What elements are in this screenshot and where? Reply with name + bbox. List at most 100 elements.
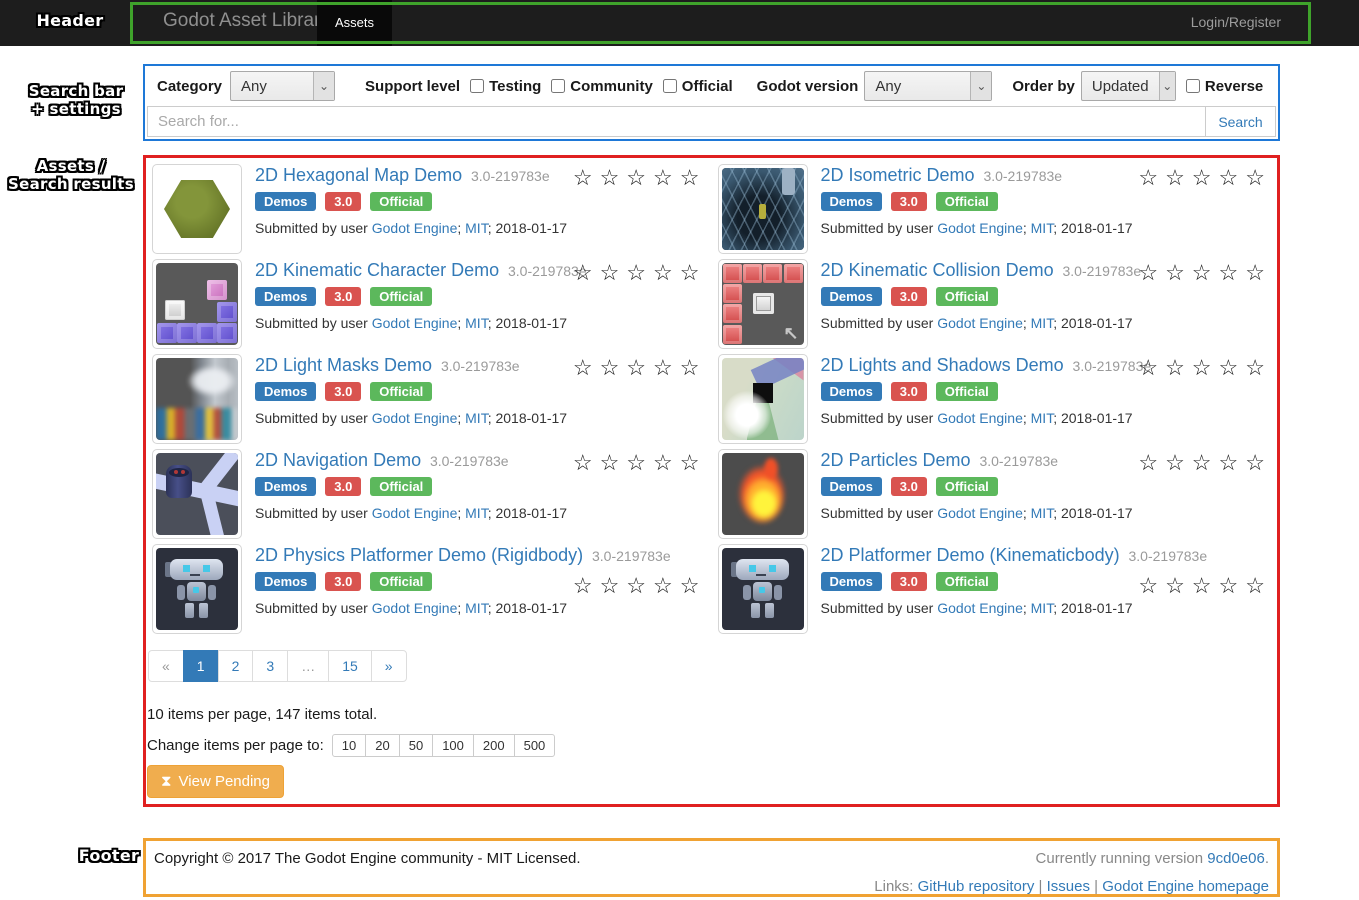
page-size-20[interactable]: 20 — [365, 734, 399, 757]
pagination-page-1[interactable]: 1 — [183, 650, 219, 682]
login-register-link[interactable]: Login/Register — [1191, 14, 1281, 30]
category-badge[interactable]: Demos — [255, 192, 316, 211]
search-button[interactable]: Search — [1205, 107, 1275, 136]
author-link[interactable]: Godot Engine — [937, 505, 1023, 521]
testing-checkbox[interactable] — [470, 79, 484, 93]
category-badge[interactable]: Demos — [821, 192, 882, 211]
pagination-page-2[interactable]: 2 — [218, 650, 254, 682]
license-link[interactable]: MIT — [465, 505, 488, 521]
author-link[interactable]: Godot Engine — [372, 600, 458, 616]
asset-thumbnail[interactable] — [152, 259, 242, 349]
category-badge[interactable]: Demos — [821, 477, 882, 496]
license-link[interactable]: MIT — [1031, 220, 1054, 236]
pagination-ellipsis: … — [287, 650, 329, 682]
author-link[interactable]: Godot Engine — [937, 600, 1023, 616]
asset-thumbnail[interactable] — [152, 164, 242, 254]
asset-thumbnail[interactable] — [152, 354, 242, 444]
page-size-200[interactable]: 200 — [473, 734, 515, 757]
category-badge[interactable]: Demos — [255, 382, 316, 401]
star-icon: ☆ — [1245, 165, 1265, 190]
author-link[interactable]: Godot Engine — [937, 410, 1023, 426]
category-badge[interactable]: Demos — [255, 477, 316, 496]
tab-assets[interactable]: Assets — [317, 0, 392, 46]
pagination-prev[interactable]: « — [148, 650, 184, 682]
github-repository-link[interactable]: GitHub repository — [918, 878, 1035, 895]
author-link[interactable]: Godot Engine — [937, 315, 1023, 331]
asset-title-link[interactable]: 2D Light Masks Demo — [255, 355, 432, 375]
asset-thumbnail[interactable] — [718, 354, 808, 444]
asset-thumbnail[interactable] — [718, 544, 808, 634]
asset-thumbnail[interactable] — [718, 449, 808, 539]
reverse-checkbox[interactable] — [1186, 79, 1200, 93]
asset-thumbnail[interactable] — [152, 544, 242, 634]
asset-title-link[interactable]: 2D Platformer Demo (Kinematicbody) — [821, 545, 1120, 565]
asset-title-link[interactable]: 2D Navigation Demo — [255, 450, 421, 470]
license-link[interactable]: MIT — [1031, 315, 1054, 331]
order-by-select[interactable]: Updated ⌄ — [1081, 71, 1176, 101]
asset-title-link[interactable]: 2D Particles Demo — [821, 450, 971, 470]
asset-thumbnail[interactable]: ↖ — [718, 259, 808, 349]
rating-stars: ☆☆☆☆☆ — [1138, 573, 1265, 599]
testing-checkbox-group[interactable]: Testing — [470, 78, 541, 95]
page-size-group: 10 20 50 100 200 500 — [332, 734, 556, 757]
asset-title-link[interactable]: 2D Lights and Shadows Demo — [821, 355, 1064, 375]
asset-date: 2018-01-17 — [1061, 220, 1133, 236]
view-pending-button[interactable]: ⧗ View Pending — [147, 765, 284, 798]
submitted-line: Submitted by user Godot Engine; MIT; 201… — [821, 600, 1266, 616]
asset-title-link[interactable]: 2D Kinematic Collision Demo — [821, 260, 1054, 280]
category-badge[interactable]: Demos — [821, 382, 882, 401]
site-brand[interactable]: Godot Asset Library — [163, 10, 330, 32]
rating-stars: ☆☆☆☆☆ — [573, 355, 700, 381]
page-size-100[interactable]: 100 — [432, 734, 474, 757]
license-link[interactable]: MIT — [1031, 505, 1054, 521]
running-version-text: Currently running version 9cd0e06. — [1036, 850, 1269, 867]
asset-card: ☆☆☆☆☆ 2D Platformer Demo (Kinematicbody)… — [712, 538, 1278, 633]
submitted-line: Submitted by user Godot Engine; MIT; 201… — [255, 315, 700, 331]
star-icon: ☆ — [1192, 573, 1212, 598]
star-icon: ☆ — [1219, 450, 1239, 475]
page-size-500[interactable]: 500 — [514, 734, 556, 757]
license-link[interactable]: MIT — [465, 410, 488, 426]
version-badge: 3.0 — [891, 382, 927, 401]
search-input[interactable] — [148, 107, 1205, 136]
license-link[interactable]: MIT — [1031, 600, 1054, 616]
asset-thumbnail[interactable] — [152, 449, 242, 539]
godot-homepage-link[interactable]: Godot Engine homepage — [1102, 878, 1269, 895]
license-link[interactable]: MIT — [1031, 410, 1054, 426]
asset-title-link[interactable]: 2D Physics Platformer Demo (Rigidbody) — [255, 545, 583, 565]
category-badge[interactable]: Demos — [255, 287, 316, 306]
category-select[interactable]: Any ⌄ — [230, 71, 335, 101]
author-link[interactable]: Godot Engine — [372, 410, 458, 426]
pagination-page-15[interactable]: 15 — [328, 650, 372, 682]
navigation-demo-thumbnail — [156, 453, 238, 535]
license-link[interactable]: MIT — [465, 220, 488, 236]
community-checkbox[interactable] — [551, 79, 565, 93]
pagination-next[interactable]: » — [371, 650, 407, 682]
page-size-10[interactable]: 10 — [332, 734, 366, 757]
license-link[interactable]: MIT — [465, 315, 488, 331]
asset-title-link[interactable]: 2D Hexagonal Map Demo — [255, 165, 462, 185]
category-badge[interactable]: Demos — [821, 287, 882, 306]
star-icon: ☆ — [653, 260, 673, 285]
author-link[interactable]: Godot Engine — [372, 315, 458, 331]
page-size-50[interactable]: 50 — [399, 734, 433, 757]
asset-title-link[interactable]: 2D Isometric Demo — [821, 165, 975, 185]
asset-version: 3.0-219783e — [1062, 263, 1141, 279]
items-summary: 10 items per page, 147 items total. — [147, 706, 1277, 723]
author-link[interactable]: Godot Engine — [937, 220, 1023, 236]
official-checkbox[interactable] — [663, 79, 677, 93]
asset-title-link[interactable]: 2D Kinematic Character Demo — [255, 260, 499, 280]
category-badge[interactable]: Demos — [821, 572, 882, 591]
category-badge[interactable]: Demos — [255, 572, 316, 591]
license-link[interactable]: MIT — [465, 600, 488, 616]
godot-version-select[interactable]: Any ⌄ — [864, 71, 992, 101]
asset-thumbnail[interactable] — [718, 164, 808, 254]
reverse-checkbox-group[interactable]: Reverse — [1186, 78, 1263, 95]
author-link[interactable]: Godot Engine — [372, 220, 458, 236]
community-checkbox-group[interactable]: Community — [551, 78, 653, 95]
issues-link[interactable]: Issues — [1047, 878, 1090, 895]
version-link[interactable]: 9cd0e06 — [1207, 850, 1265, 867]
pagination-page-3[interactable]: 3 — [252, 650, 288, 682]
author-link[interactable]: Godot Engine — [372, 505, 458, 521]
official-checkbox-group[interactable]: Official — [663, 78, 733, 95]
